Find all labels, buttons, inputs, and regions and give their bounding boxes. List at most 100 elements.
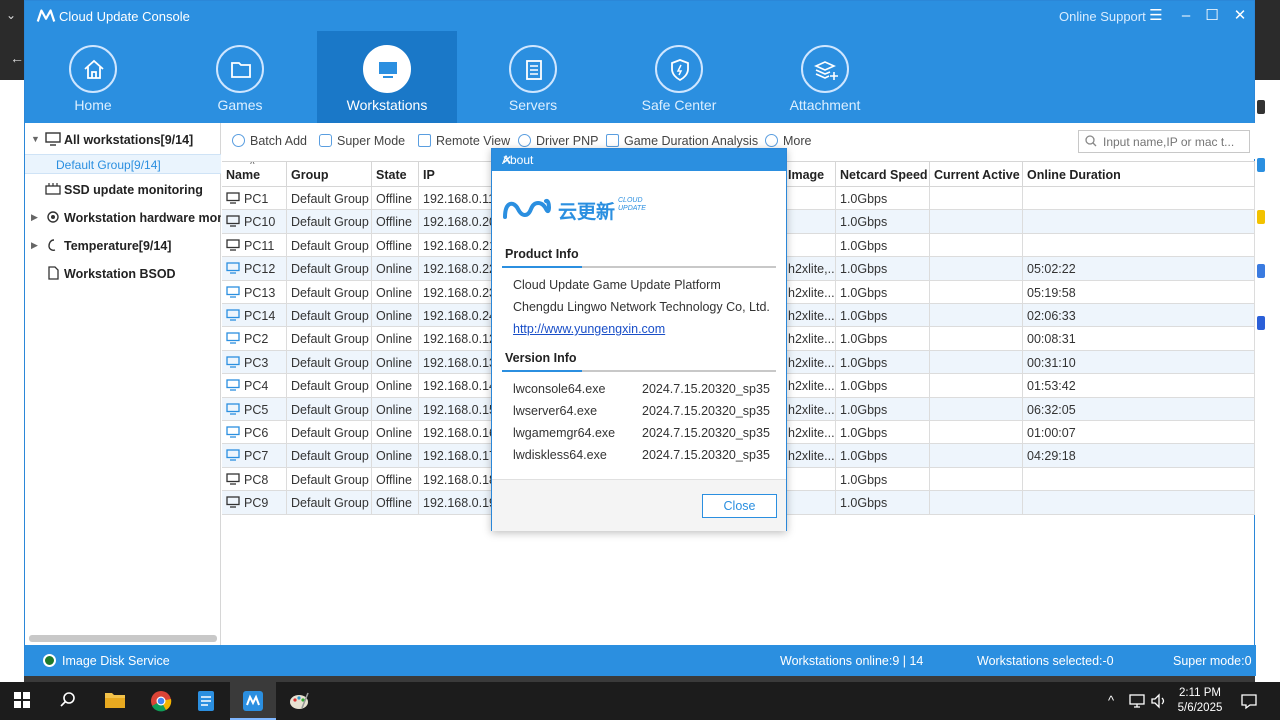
game-duration-button[interactable]: Game Duration Analysis bbox=[606, 134, 758, 148]
cell-text: PC6 bbox=[244, 426, 269, 440]
nav-attachment[interactable]: Attachment bbox=[755, 31, 895, 123]
column-header-netcard-speed[interactable]: Netcard Speed bbox=[836, 162, 930, 187]
column-header-group[interactable]: Group bbox=[287, 162, 372, 187]
cell-text: 1.0Gbps bbox=[840, 355, 888, 370]
column-header-ip[interactable]: IP bbox=[419, 162, 494, 187]
workstation-monitor-icon bbox=[226, 215, 240, 228]
cell-duration: 01:00:07 bbox=[1023, 421, 1255, 444]
tree-item-ssd-monitoring[interactable]: SSD update monitoring bbox=[25, 177, 221, 201]
cell-name: PC14 bbox=[222, 304, 287, 327]
nav-label: Games bbox=[217, 97, 263, 113]
cell-text: PC1 bbox=[244, 192, 269, 206]
batch-add-button[interactable]: Batch Add bbox=[232, 134, 307, 148]
chrome-icon bbox=[151, 691, 172, 712]
cell-duration: 04:29:18 bbox=[1023, 444, 1255, 468]
cell-duration bbox=[1023, 491, 1255, 515]
shield-icon bbox=[671, 59, 689, 82]
search-input[interactable] bbox=[1103, 134, 1247, 150]
cell-duration bbox=[1023, 467, 1255, 491]
nav-workstations[interactable]: Workstations bbox=[317, 31, 457, 123]
thermometer-icon bbox=[48, 239, 56, 251]
cell-text: 1.0Gbps bbox=[840, 332, 888, 347]
column-header-current-active[interactable]: Current Active bbox=[930, 162, 1023, 187]
column-header-state[interactable]: State bbox=[372, 162, 419, 187]
version-file: lwgamemgr64.exe bbox=[513, 426, 616, 440]
nav-games[interactable]: Games bbox=[170, 31, 310, 123]
title-bar: Cloud Update Console Online Support ☰ – … bbox=[25, 1, 1254, 31]
workstation-monitor-icon bbox=[226, 192, 240, 204]
online-support-link[interactable]: Online Support bbox=[1059, 9, 1146, 24]
website-link[interactable]: http://www.yungengxin.com bbox=[513, 322, 665, 336]
tree-item-temperature[interactable]: ▶ Temperature[9/14] bbox=[25, 233, 221, 257]
taskbar-file-explorer[interactable] bbox=[92, 682, 138, 720]
volume-icon[interactable] bbox=[1150, 693, 1168, 709]
cell-text: h2xlite... bbox=[788, 285, 835, 300]
start-button[interactable] bbox=[0, 682, 46, 720]
close-button[interactable]: Close bbox=[702, 494, 777, 518]
sort-caret-icon: ^ bbox=[250, 162, 255, 168]
background-window-right bbox=[1255, 80, 1280, 682]
nav-servers[interactable]: Servers bbox=[463, 31, 603, 123]
dialog-footer: Close bbox=[492, 479, 786, 531]
cell-speed: 1.0Gbps bbox=[836, 491, 930, 515]
cell-ip: 192.168.0.15 bbox=[419, 397, 494, 421]
taskbar-clock[interactable]: 2:11 PM 5/6/2025 bbox=[1168, 686, 1232, 716]
cell-duration: 00:31:10 bbox=[1023, 350, 1255, 374]
close-icon[interactable]: ✕ bbox=[502, 153, 512, 167]
cell-text: 01:00:07 bbox=[1027, 426, 1076, 440]
cell-ip: 192.168.0.14 bbox=[419, 374, 494, 398]
cell-text: Default Group bbox=[291, 309, 369, 323]
cell-state: Online bbox=[372, 350, 419, 374]
column-header-online-duration[interactable]: Online Duration bbox=[1023, 162, 1255, 187]
driver-pnp-button[interactable]: Driver PNP bbox=[518, 134, 599, 148]
nav-icon-circle bbox=[69, 45, 117, 93]
taskbar-notes-app[interactable] bbox=[184, 682, 230, 720]
search-box[interactable] bbox=[1078, 130, 1250, 153]
cell-speed: 1.0Gbps bbox=[836, 350, 930, 374]
batch-add-label: Batch Add bbox=[250, 134, 307, 148]
maximize-button[interactable]: ☐ bbox=[1201, 5, 1223, 27]
cell-duration bbox=[1023, 187, 1255, 210]
nav-safe-center[interactable]: Safe Center bbox=[609, 31, 749, 123]
cell-state: Online bbox=[372, 444, 419, 468]
menu-icon[interactable]: ☰ bbox=[1145, 5, 1167, 27]
cell-ip: 192.168.0.24 bbox=[419, 304, 494, 327]
expand-arrow-icon[interactable]: ▶ bbox=[31, 240, 38, 251]
tree-item-all-workstations[interactable]: ▼ All workstations[9/14] bbox=[25, 127, 221, 151]
product-name: Cloud Update Game Update Platform bbox=[513, 278, 721, 292]
section-divider bbox=[502, 370, 776, 372]
more-button[interactable]: More bbox=[765, 134, 811, 148]
tree-horizontal-scrollbar[interactable] bbox=[29, 635, 217, 642]
close-window-button[interactable]: ✕ bbox=[1229, 5, 1251, 27]
remote-view-button[interactable]: Remote View bbox=[418, 134, 510, 148]
taskbar-chrome[interactable] bbox=[138, 682, 184, 720]
monitor-icon bbox=[45, 132, 61, 146]
taskbar-search-button[interactable] bbox=[46, 682, 92, 720]
cell-text: 1.0Gbps bbox=[840, 262, 888, 277]
version-number: 2024.7.15.20320_sp35 bbox=[642, 404, 770, 418]
cell-text: 192.168.0.14 bbox=[423, 379, 494, 394]
app-title: Cloud Update Console bbox=[59, 9, 190, 24]
taskbar-cloud-update-console[interactable] bbox=[230, 682, 276, 720]
tree-item-default-group[interactable]: Default Group[9/14] bbox=[25, 154, 221, 174]
cell-group: Default Group bbox=[287, 421, 372, 444]
network-icon[interactable] bbox=[1128, 693, 1146, 709]
minimize-button[interactable]: – bbox=[1175, 5, 1197, 27]
product-logo: 云更新 CLOUD UPDATE bbox=[502, 191, 652, 230]
expand-arrow-icon[interactable]: ▶ bbox=[31, 212, 38, 223]
notification-icon[interactable] bbox=[1240, 692, 1258, 710]
cell-text: 192.168.0.13 bbox=[423, 355, 494, 370]
taskbar-paint-app[interactable] bbox=[276, 682, 322, 720]
version-file: lwdiskless64.exe bbox=[513, 448, 607, 462]
tree-item-bsod[interactable]: Workstation BSOD bbox=[25, 261, 221, 285]
nav-home[interactable]: Home bbox=[23, 31, 163, 123]
cell-active bbox=[930, 327, 1023, 351]
cell-group: Default Group bbox=[287, 444, 372, 468]
tree-item-hardware-monitoring[interactable]: ▶ Workstation hardware monitoring bbox=[25, 205, 221, 229]
collapse-arrow-icon[interactable]: ▼ bbox=[31, 134, 40, 144]
background-window-left bbox=[0, 80, 24, 682]
workstations-selected-count: Workstations selected:-0 bbox=[977, 654, 1114, 668]
chevron-up-icon[interactable]: ^ bbox=[1108, 693, 1114, 708]
column-header-name[interactable]: ^ Name bbox=[222, 162, 287, 187]
super-mode-button[interactable]: Super Mode bbox=[319, 134, 405, 148]
